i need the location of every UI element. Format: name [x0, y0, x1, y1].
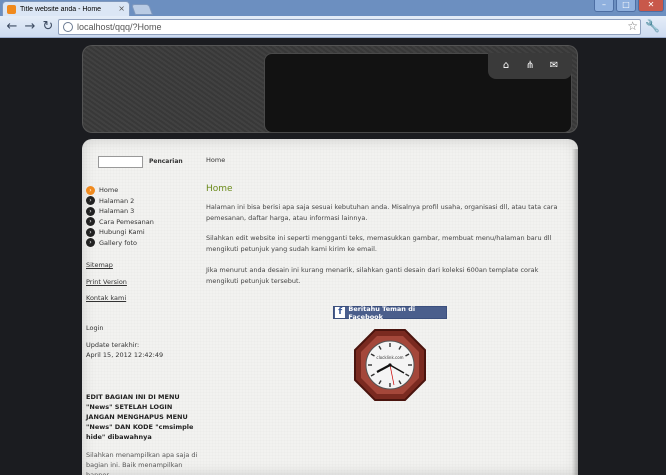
sidebar-item-label: Gallery foto — [99, 238, 138, 247]
page-title: Home — [206, 184, 233, 194]
new-tab-button[interactable] — [130, 4, 154, 15]
arrow-icon: › — [86, 206, 95, 216]
mail-icon[interactable]: ✉ — [547, 59, 561, 73]
breadcrumb: Home — [206, 156, 226, 164]
forward-button[interactable]: → — [22, 19, 38, 35]
search-input[interactable] — [98, 156, 143, 168]
site-header: ⌂ ⋔ ✉ — [82, 45, 578, 133]
sidebar-item-cara-pemesanan[interactable]: › Cara Pemesanan — [86, 217, 154, 228]
paragraph-3: Jika menurut anda desain ini kurang mena… — [206, 266, 539, 285]
arrow-icon: › — [86, 227, 95, 237]
sidebar-item-halaman-2[interactable]: › Halaman 2 — [86, 196, 154, 207]
web-page: ⌂ ⋔ ✉ Pencarian › Home › Halaman 2 › Halama… — [0, 39, 666, 475]
address-bar[interactable]: localhost/qqq/?Home ☆ — [58, 19, 641, 35]
sidebar-item-label: Home — [99, 186, 119, 195]
window-controls: – □ ✕ — [592, 0, 664, 12]
favicon-icon — [7, 4, 16, 14]
arrow-icon: › — [86, 196, 95, 206]
title-bar: Title website anda - Home × – □ ✕ — [0, 0, 666, 16]
minimize-button[interactable]: – — [594, 0, 614, 12]
clock-brand: clocklink.com — [376, 355, 403, 360]
tab-title: Title website anda - Home — [20, 5, 102, 13]
sidebar-item-label: Halaman 2 — [99, 196, 135, 205]
facebook-icon: f — [335, 307, 346, 318]
home-icon[interactable]: ⌂ — [499, 59, 513, 73]
update-label: Update terakhir: — [86, 341, 140, 349]
sidebar-item-halaman-3[interactable]: › Halaman 3 — [86, 206, 154, 217]
sidebar-menu: › Home › Halaman 2 › Halaman 3 › Cara Pemesa… — [86, 185, 154, 248]
edit-note: EDIT BAGIAN INI DI MENU "News" SETELAH L… — [86, 393, 194, 441]
tab-close-icon[interactable]: × — [118, 4, 125, 13]
sidebar-item-hubungi-kami[interactable]: › Hubungi Kami — [86, 227, 154, 238]
edit-description: Silahkan menampilkan apa saja di bagian … — [86, 451, 198, 475]
header-icon-bar: ⌂ ⋔ ✉ — [488, 53, 572, 79]
arrow-icon: › — [86, 185, 95, 195]
sidebar-item-label: Halaman 3 — [99, 207, 135, 216]
reload-button[interactable]: ↻ — [40, 19, 56, 35]
maximize-button[interactable]: □ — [616, 0, 636, 12]
browser-toolbar: ← → ↻ localhost/qqq/?Home ☆ 🔧 — [0, 16, 666, 38]
close-window-button[interactable]: ✕ — [638, 0, 664, 12]
globe-icon — [63, 22, 73, 32]
sidebar-item-label: Cara Pemesanan — [99, 217, 154, 226]
content-area: Pencarian › Home › Halaman 2 › Halaman 3 › C… — [82, 139, 578, 475]
search-button[interactable]: Pencarian — [149, 158, 183, 165]
facebook-share-button[interactable]: f Beritahu Teman di Facebook — [333, 304, 447, 321]
paragraph-1: Halaman ini bisa berisi apa saja sesuai … — [206, 203, 558, 222]
sidebar-item-gallery-foto[interactable]: › Gallery foto — [86, 238, 154, 249]
paragraph-2: Silahkan edit website ini seperti mengga… — [206, 234, 552, 253]
sitemap-icon[interactable]: ⋔ — [523, 59, 537, 73]
sidebar-item-home[interactable]: › Home — [86, 185, 154, 196]
sidebar-item-label: Hubungi Kami — [99, 228, 145, 237]
arrow-icon: › — [86, 238, 95, 248]
url-text[interactable]: localhost/qqq/?Home — [77, 22, 162, 32]
contact-link[interactable]: Kontak kami — [86, 294, 126, 302]
bookmark-star-icon[interactable]: ☆ — [627, 19, 638, 33]
facebook-share-label: Beritahu Teman di Facebook — [348, 304, 416, 321]
sitemap-link[interactable]: Sitemap — [86, 261, 113, 269]
login-link[interactable]: Login — [86, 324, 104, 333]
arrow-icon: › — [86, 217, 95, 227]
print-version-link[interactable]: Print Version — [86, 278, 127, 286]
update-date: April 15, 2012 12:42:49 — [86, 351, 164, 359]
clock-widget[interactable]: clocklink.com — [353, 328, 427, 402]
browser-tab[interactable]: Title website anda - Home × — [2, 1, 130, 16]
wrench-icon[interactable]: 🔧 — [645, 19, 660, 33]
back-button[interactable]: ← — [4, 19, 20, 35]
